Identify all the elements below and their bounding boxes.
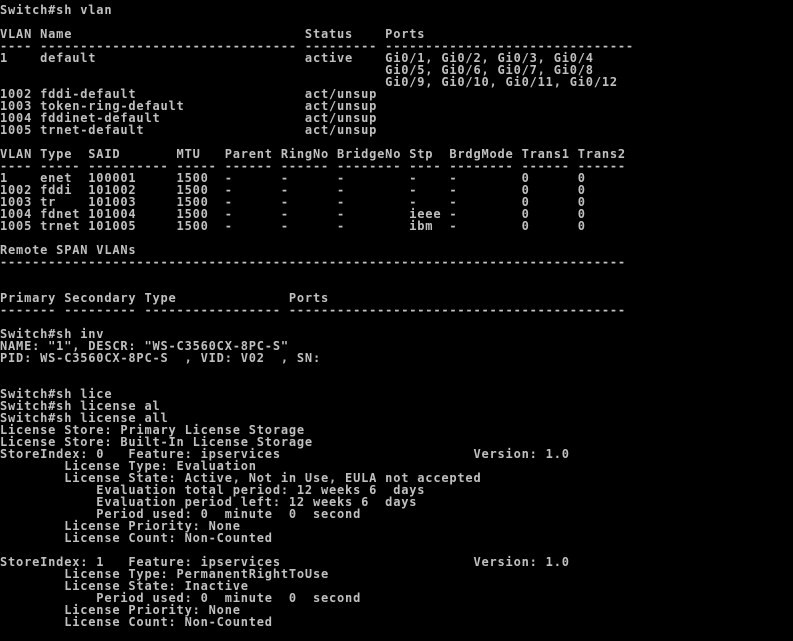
terminal-line: License Count: Non-Counted <box>0 615 273 629</box>
terminal-line: License Count: Non-Counted <box>0 531 273 545</box>
terminal-line: 1005 trnet 101005 1500 - - - ibm - 0 0 <box>0 219 586 233</box>
terminal-line: ------- --------- ----------------- ----… <box>0 303 626 317</box>
terminal-line: ----------------------------------------… <box>0 255 626 269</box>
terminal-output[interactable]: Switch#sh vlan VLAN Name Status Ports ----… <box>0 4 793 641</box>
terminal-line: PID: WS-C3560CX-8PC-S , VID: V02 , SN: <box>0 351 321 365</box>
terminal-line: 1005 trnet-default act/unsup <box>0 123 378 137</box>
terminal-line: Switch#sh vlan <box>0 4 113 17</box>
